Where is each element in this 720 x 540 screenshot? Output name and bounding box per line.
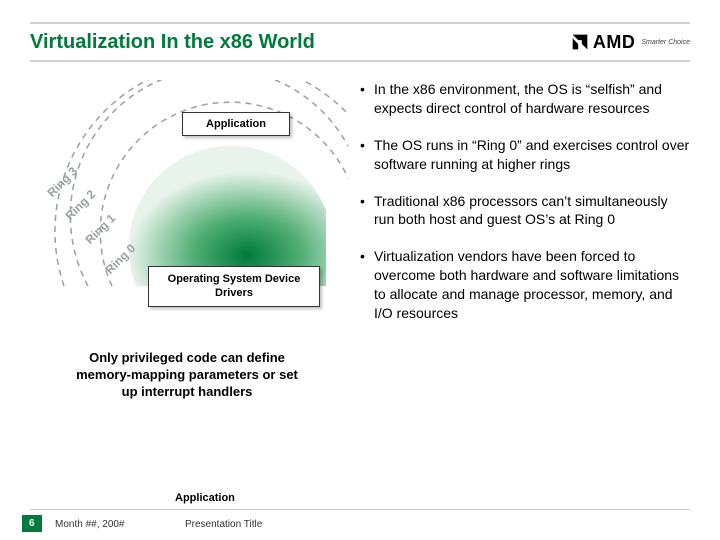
bullet-item: Traditional x86 processors can’t simulta…	[360, 192, 690, 230]
bullet-item: The OS runs in “Ring 0” and exercises co…	[360, 136, 690, 174]
footer-application: Application	[175, 492, 235, 504]
application-box: Application	[182, 112, 290, 136]
amd-arrow-icon	[569, 31, 591, 53]
title-bar: Virtualization In the x86 World AMD Smar…	[30, 22, 690, 62]
bullet-item: Virtualization vendors have been forced …	[360, 247, 690, 323]
bullet-item: In the x86 environment, the OS is “selfi…	[360, 80, 690, 118]
slide-title: Virtualization In the x86 World	[30, 31, 315, 54]
footer-date: Month ##, 200#	[55, 519, 125, 530]
page-number: 6	[22, 515, 42, 532]
os-drivers-box: Operating System Device Drivers	[148, 266, 320, 307]
amd-logo-tagline: Smarter Choice	[641, 39, 690, 46]
bullets-column: In the x86 environment, the OS is “selfi…	[360, 80, 720, 490]
footer: Application 6 Month ##, 200# Presentatio…	[0, 500, 720, 540]
privileged-code-text: Only privileged code can define memory-m…	[72, 350, 302, 401]
footer-presentation-title: Presentation Title	[185, 519, 262, 530]
ring-diagram: Ring 3 Ring 2 Ring 1 Ring 0 Application …	[10, 80, 350, 340]
diagram-column: Ring 3 Ring 2 Ring 1 Ring 0 Application …	[0, 80, 360, 490]
amd-logo: AMD Smarter Choice	[569, 31, 690, 53]
amd-logo-text: AMD	[593, 32, 636, 53]
footer-rule	[30, 509, 690, 510]
content-area: Ring 3 Ring 2 Ring 1 Ring 0 Application …	[0, 80, 720, 490]
bullet-list: In the x86 environment, the OS is “selfi…	[360, 80, 690, 323]
